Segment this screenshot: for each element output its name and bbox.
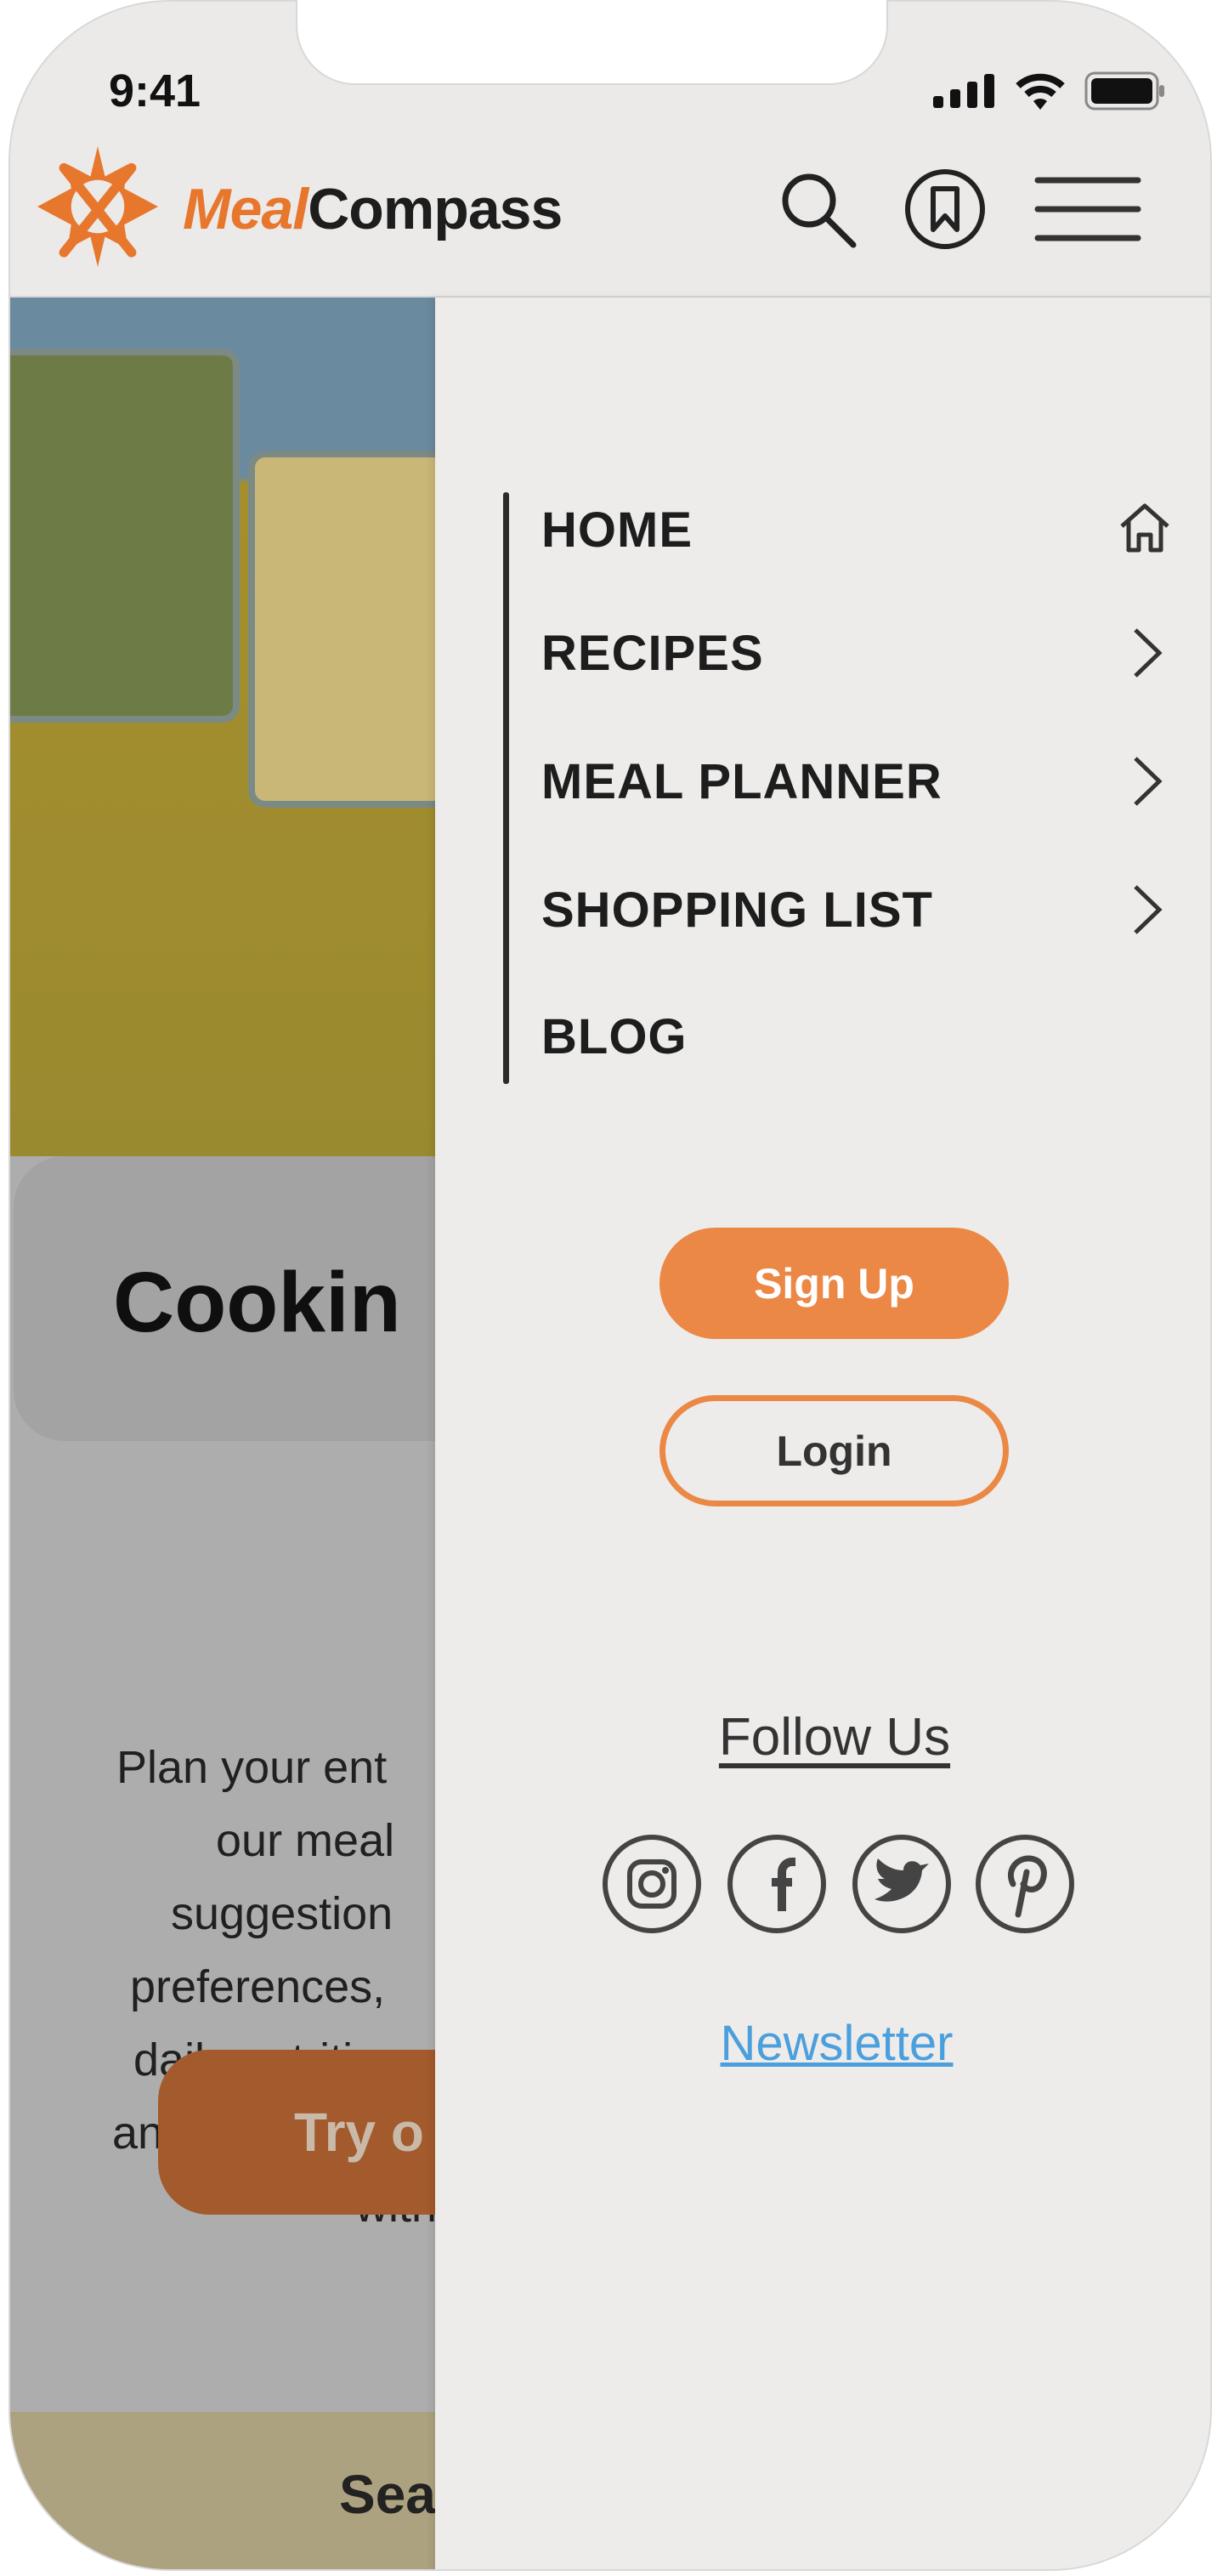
- phone-frame: Cookin Plan your ent our meal suggestion…: [8, 0, 1212, 2571]
- menu-item-shopping-list[interactable]: SHOPPING LIST: [541, 882, 933, 939]
- brand-part-compass: Compass: [308, 177, 563, 241]
- status-time: 9:41: [109, 65, 201, 116]
- menu-item-meal-planner[interactable]: MEAL PLANNER: [541, 753, 942, 810]
- signal-icon: [933, 74, 994, 108]
- section-title: Sea: [339, 2464, 436, 2525]
- background-page: Cookin Plan your ent our meal suggestion…: [10, 298, 444, 2569]
- hero-text-line: suggestion: [171, 1888, 393, 1939]
- chevron-right-icon[interactable]: [1115, 623, 1175, 683]
- login-button[interactable]: Login: [659, 1395, 1009, 1506]
- try-button: Try o: [158, 2050, 444, 2215]
- instagram-icon[interactable]: [601, 1833, 703, 1935]
- search-icon[interactable]: [775, 167, 860, 252]
- navigation-drawer: HOME RECIPES MEAL PLANNER SHOPPING LIST …: [435, 298, 1210, 2569]
- home-icon[interactable]: [1115, 497, 1175, 557]
- hero-text-line: preferences,: [130, 1961, 386, 2012]
- wifi-icon: [1016, 73, 1065, 110]
- try-button-label: Try o: [294, 2102, 424, 2163]
- newsletter-link[interactable]: Newsletter: [435, 2015, 1210, 2072]
- follow-us-heading: Follow Us: [718, 1708, 951, 1767]
- pinterest-icon[interactable]: [974, 1833, 1076, 1935]
- battery-icon: [1084, 71, 1164, 111]
- menu-icon[interactable]: [1034, 167, 1141, 252]
- phone-notch: [296, 0, 888, 85]
- menu-item-blog[interactable]: BLOG: [541, 1008, 688, 1065]
- hero-text-line: our meal: [216, 1815, 395, 1866]
- menu-item-home[interactable]: HOME: [541, 502, 693, 559]
- brand-part-meal: Meal: [183, 177, 308, 241]
- facebook-icon[interactable]: [726, 1833, 828, 1935]
- food-photo: [10, 298, 444, 1156]
- brand-name[interactable]: MealCompass: [183, 176, 563, 242]
- menu-item-recipes[interactable]: RECIPES: [541, 625, 764, 682]
- twitter-icon[interactable]: [851, 1833, 953, 1935]
- status-icons: [933, 71, 1166, 111]
- bookmark-icon[interactable]: [903, 167, 988, 252]
- hero-text-line: Plan your ent: [116, 1742, 388, 1793]
- search-section: Sea: [10, 2412, 444, 2569]
- menu-divider: [503, 492, 509, 1084]
- chevron-right-icon[interactable]: [1115, 752, 1175, 811]
- hero-heading: Cookin: [113, 1255, 401, 1350]
- chevron-right-icon[interactable]: [1115, 880, 1175, 939]
- logo-icon: [37, 146, 158, 267]
- sign-up-button[interactable]: Sign Up: [659, 1228, 1009, 1339]
